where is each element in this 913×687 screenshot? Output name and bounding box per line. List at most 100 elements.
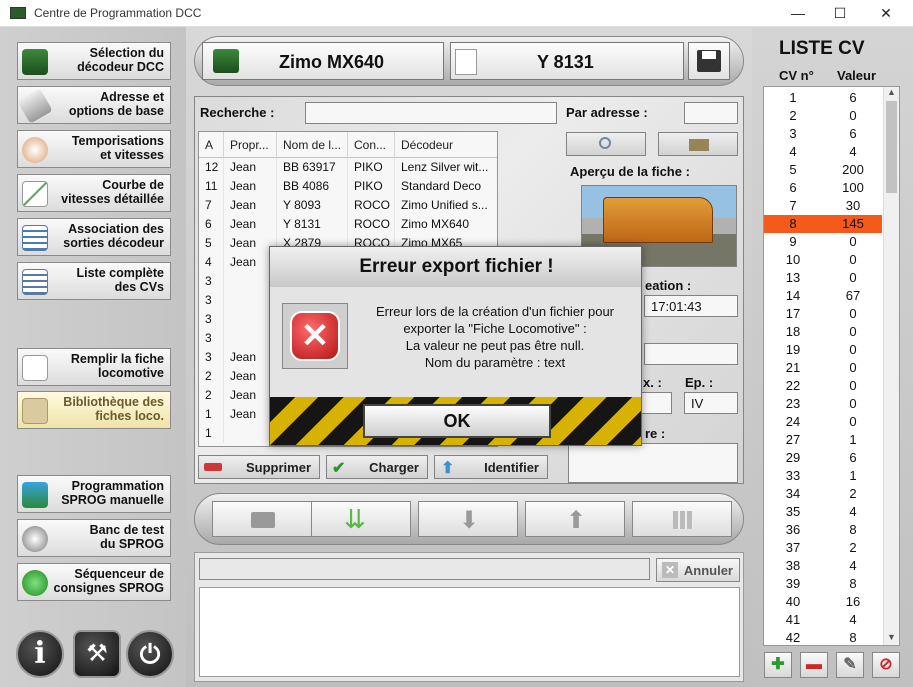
arrows-icon <box>22 482 48 508</box>
cv-scrollbar[interactable]: ▲ ▼ <box>883 87 899 645</box>
loco-display[interactable]: Y 8131 <box>450 42 684 80</box>
log-output <box>199 587 740 677</box>
title-bar: Centre de Programmation DCC — ☐ ✕ <box>0 0 913 27</box>
edit-cv-button[interactable]: ✎ <box>836 652 864 678</box>
cv-row[interactable]: 42 8 <box>764 629 882 645</box>
cv-row[interactable]: 39 8 <box>764 575 882 593</box>
cv-row[interactable]: 5 200 <box>764 161 882 179</box>
cv-number: 17 <box>785 306 801 321</box>
cv-value: 6 <box>849 90 857 105</box>
cv-value: 145 <box>842 216 864 231</box>
calculator-button[interactable] <box>632 501 732 537</box>
cv-value: 100 <box>842 180 864 195</box>
sidebar-item-cv-list[interactable]: Liste complète des CVs <box>17 262 171 300</box>
sidebar-item-fill-sheet[interactable]: Remplir la fiche locomotive <box>17 348 171 386</box>
sidebar-item-decoder-selection[interactable]: Sélection du décodeur DCC <box>17 42 171 80</box>
cv-col-value: Valeur <box>837 68 877 83</box>
maximize-button[interactable]: ☐ <box>817 0 863 27</box>
save-button[interactable] <box>688 42 730 80</box>
cv-number: 8 <box>789 216 797 231</box>
cv-row[interactable]: 41 4 <box>764 611 882 629</box>
scroll-down-icon[interactable]: ▼ <box>887 632 896 642</box>
cv-row[interactable]: 6 100 <box>764 179 882 197</box>
power-button[interactable]: ⏻ <box>126 630 174 678</box>
sidebar-item-library[interactable]: Bibliothèque des fiches loco. <box>17 391 171 429</box>
cv-row[interactable]: 29 6 <box>764 449 882 467</box>
cv-row[interactable]: 24 0 <box>764 413 882 431</box>
remove-cv-button[interactable]: ▬ <box>800 652 828 678</box>
cv-col-number: CV n° <box>779 68 814 83</box>
cv-row[interactable]: 38 4 <box>764 557 882 575</box>
cv-row[interactable]: 37 2 <box>764 539 882 557</box>
cv-scroll-thumb[interactable] <box>886 101 897 193</box>
cv-row[interactable]: 90 <box>764 233 882 251</box>
cv-row[interactable]: 16 <box>764 89 882 107</box>
settings-tools-button[interactable]: ⚒ <box>73 630 121 678</box>
cv-value: 1 <box>849 432 857 447</box>
cv-row[interactable]: 21 0 <box>764 359 882 377</box>
x-icon: ✕ <box>662 562 678 578</box>
print-button[interactable] <box>212 501 312 537</box>
cv-row[interactable]: 7 30 <box>764 197 882 215</box>
cv-row[interactable]: 13 0 <box>764 269 882 287</box>
sidebar-item-outputs[interactable]: Association des sorties décodeur <box>17 218 171 256</box>
read-button[interactable]: ⬆ <box>525 501 625 537</box>
sidebar-item-timing[interactable]: Temporisations et vitesses <box>17 130 171 168</box>
sidebar-item-speed-curve[interactable]: Courbe de vitesses détaillée <box>17 174 171 212</box>
write-all-button[interactable]: ⇊ <box>311 501 411 537</box>
window-title: Centre de Programmation DCC <box>34 6 202 20</box>
cv-row[interactable]: 33 1 <box>764 467 882 485</box>
cv-row[interactable]: 36 8 <box>764 521 882 539</box>
dialog-message: Erreur lors de la création d'un fichier … <box>375 304 615 370</box>
decoder-chip-icon <box>22 49 48 75</box>
cv-row[interactable]: 10 0 <box>764 251 882 269</box>
cv-row[interactable]: 14 67 <box>764 287 882 305</box>
cv-value: 0 <box>849 342 857 357</box>
write-button[interactable]: ⬇ <box>418 501 518 537</box>
add-cv-button[interactable]: ✚ <box>764 652 792 678</box>
cv-row[interactable]: 17 0 <box>764 305 882 323</box>
cv-value: 4 <box>849 144 857 159</box>
cv-value: 16 <box>845 594 861 609</box>
scroll-up-icon[interactable]: ▲ <box>887 87 896 97</box>
cv-number: 21 <box>785 360 801 375</box>
sidebar-item-sprog-test[interactable]: Banc de test du SPROG <box>17 519 171 557</box>
cv-row[interactable]: 8 145 <box>764 215 882 233</box>
cv-number: 38 <box>785 558 801 573</box>
cv-number: 39 <box>785 576 801 591</box>
cv-row[interactable]: 35 4 <box>764 503 882 521</box>
sidebar-item-sprog-manual[interactable]: Programmation SPROG manuelle <box>17 475 171 513</box>
ok-button[interactable]: OK <box>363 404 551 438</box>
cv-row[interactable]: 27 1 <box>764 431 882 449</box>
close-button[interactable]: ✕ <box>863 0 909 27</box>
cv-value: 4 <box>849 558 857 573</box>
cv-row[interactable]: 22 0 <box>764 377 882 395</box>
cv-row[interactable]: 19 0 <box>764 341 882 359</box>
cv-number: 35 <box>785 504 801 519</box>
cv-row[interactable]: 18 0 <box>764 323 882 341</box>
sidebar-item-sprog-sequencer[interactable]: Séquenceur de consignes SPROG <box>17 563 171 601</box>
cv-value: 8 <box>849 630 857 645</box>
cv-row[interactable]: 40 16 <box>764 593 882 611</box>
error-icon-frame: ✕ <box>282 303 348 369</box>
cv-row[interactable]: 34 2 <box>764 485 882 503</box>
minimize-button[interactable]: — <box>775 0 821 27</box>
cv-value: 0 <box>849 306 857 321</box>
cancel-button[interactable]: ✕ Annuler <box>656 558 740 582</box>
printer-icon <box>251 512 275 528</box>
cv-number: 42 <box>785 630 801 645</box>
info-button[interactable]: i <box>16 630 64 678</box>
double-down-arrow-icon: ⇊ <box>344 504 366 534</box>
cv-row[interactable]: 44 <box>764 143 882 161</box>
cv-row[interactable]: 36 <box>764 125 882 143</box>
cv-list[interactable]: 1 6 2 0 3 6 4 4 5 200 6 100 7 30 8 145 9 0 10 0 13 0 14 67 17 0 18… <box>763 86 900 646</box>
cv-row[interactable]: 20 <box>764 107 882 125</box>
sidebar-item-address[interactable]: Adresse et options de base <box>17 86 171 124</box>
decoder-display[interactable]: Zimo MX640 <box>202 42 444 80</box>
cv-value: 4 <box>849 504 857 519</box>
cv-number: 22 <box>785 378 801 393</box>
stop-cv-button[interactable]: ⊘ <box>872 652 900 678</box>
cv-row[interactable]: 23 0 <box>764 395 882 413</box>
cv-value: 0 <box>849 270 857 285</box>
cv-number: 40 <box>785 594 801 609</box>
